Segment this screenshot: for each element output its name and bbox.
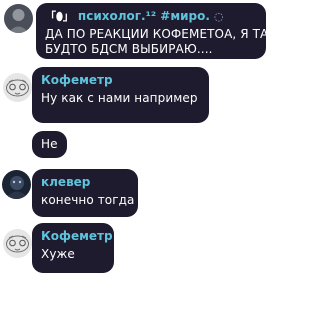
message-author[interactable]: 「⬮」 психолог.¹² #миро. ◌: [45, 9, 257, 24]
avatar-kofemetr[interactable]: [3, 229, 32, 258]
avatar-kofemetr-image: [3, 73, 32, 102]
avatar-psiholog-image: [4, 4, 33, 33]
author-name: клевер: [41, 175, 91, 189]
avatar-klever-image: [2, 170, 31, 199]
message-text: конечно тогда: [41, 193, 135, 208]
message-text: ДА ПО РЕАКЦИИ КОФЕМЕТОА, Я ТАМ БУДТО БДС…: [45, 27, 279, 57]
author-prefix-symbol: 「⬮」: [45, 10, 74, 23]
avatar-kofemetr[interactable]: [3, 73, 32, 102]
message-line: конечно тогда: [41, 193, 135, 207]
message-line: БУДТО БДСМ ВЫБИРАЮ....: [45, 42, 213, 56]
author-name: Кофеметр: [41, 73, 113, 87]
message-line: Не: [41, 137, 58, 151]
message-bubble[interactable]: 「⬮」 психолог.¹² #миро. ◌ ДА ПО РЕАКЦИИ К…: [36, 3, 279, 59]
message-bubble[interactable]: Кофеметр Хуже: [32, 223, 114, 273]
avatar-klever[interactable]: [2, 170, 31, 199]
message-text: Хуже: [41, 247, 105, 262]
message-text: Ну как с нами например: [41, 91, 200, 106]
message-line: ДА ПО РЕАКЦИИ КОФЕМЕТОА, Я ТАМ: [45, 27, 279, 41]
message-bubble[interactable]: Не: [32, 131, 67, 158]
message-line: Хуже: [41, 247, 75, 261]
message-author[interactable]: Кофеметр: [41, 73, 200, 88]
message-line: Ну как с нами например: [41, 91, 198, 105]
message-text: Не: [41, 137, 58, 152]
message-author[interactable]: клевер: [41, 175, 129, 190]
message-author[interactable]: Кофеметр: [41, 229, 113, 244]
loading-icon: ◌: [213, 10, 224, 23]
message-bubble[interactable]: клевер конечно тогда: [32, 169, 138, 217]
avatar-kofemetr-image: [3, 229, 32, 258]
author-name: Кофеметр: [41, 229, 113, 243]
avatar-psiholog[interactable]: [4, 4, 33, 33]
message-bubble[interactable]: Кофеметр Ну как с нами например: [32, 67, 209, 123]
author-name: психолог.¹² #миро.: [77, 9, 210, 23]
